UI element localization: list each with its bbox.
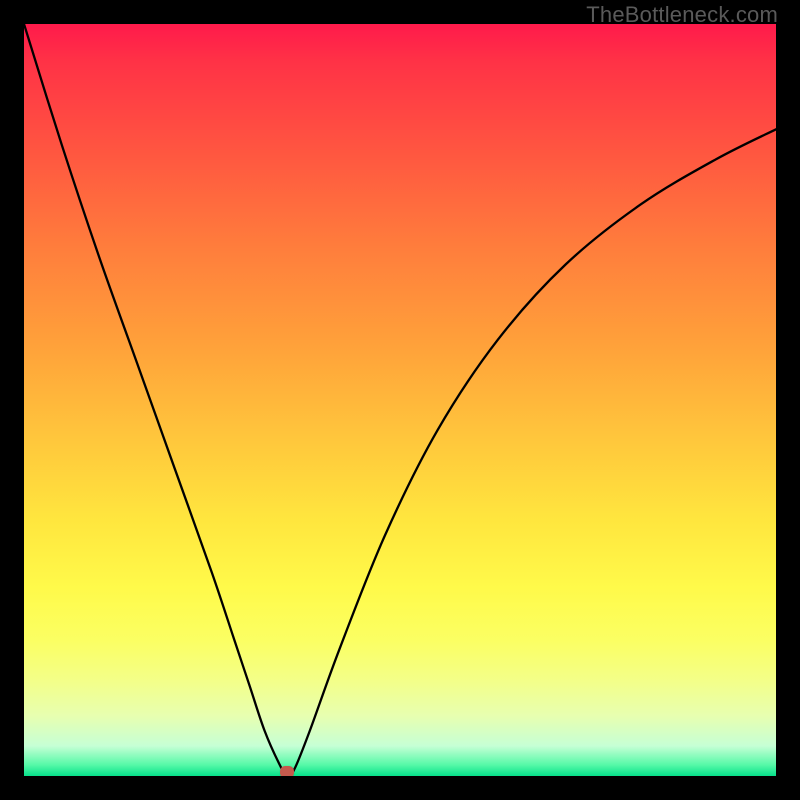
chart-frame: TheBottleneck.com <box>0 0 800 800</box>
plot-area <box>24 24 776 776</box>
watermark-text: TheBottleneck.com <box>586 2 778 28</box>
bottleneck-curve <box>24 24 776 776</box>
bottleneck-marker <box>280 766 294 776</box>
